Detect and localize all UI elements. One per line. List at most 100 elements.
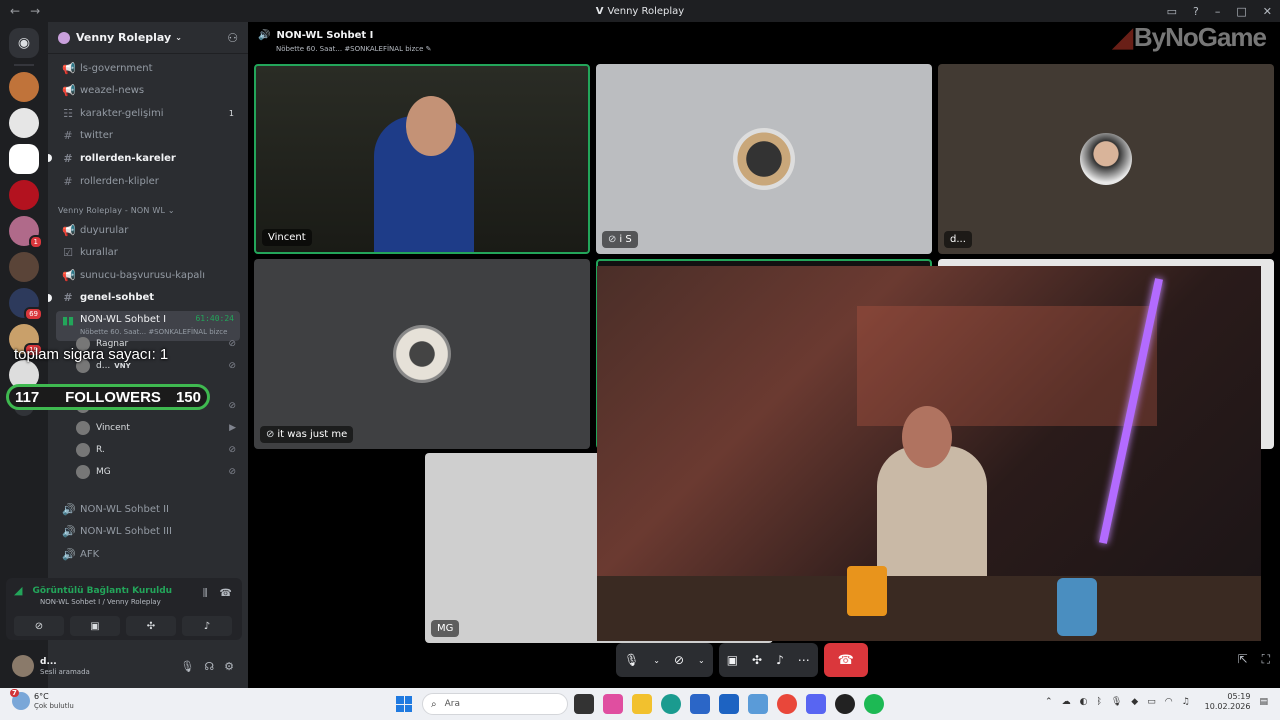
task-view-icon[interactable] <box>574 694 594 714</box>
voice-channel[interactable]: 🔊 AFK <box>56 544 240 564</box>
server-icon[interactable] <box>9 72 39 102</box>
category-header[interactable]: Venny Roleplay - NON WL ⌄ <box>58 206 175 215</box>
voice-user[interactable]: Vincent ▶ <box>76 418 236 438</box>
tile-label: ⊘ i S <box>602 231 638 248</box>
voice-channel[interactable]: 🔊 NON-WL Sohbet II <box>56 499 240 519</box>
voice-channel[interactable]: 🔊 NON-WL Sohbet III <box>56 522 240 542</box>
channel-duyurular[interactable]: 📢 duyurular <box>56 220 240 240</box>
activities-button[interactable]: ✣ <box>126 616 176 636</box>
help-icon[interactable]: ? <box>1193 5 1199 18</box>
shelf-area <box>857 306 1157 426</box>
server-icon[interactable] <box>9 252 39 282</box>
channel-name: karakter-gelişimi <box>80 107 164 119</box>
chevron-up-icon[interactable]: ⌃ <box>1045 697 1053 707</box>
microphone-icon[interactable]: 🎙 <box>180 660 194 673</box>
server-header[interactable]: Venny Roleplay ⌄ ⚇ <box>48 22 248 54</box>
voice-user[interactable]: R. ⊘ <box>76 440 236 460</box>
channel-genel-sohbet[interactable]: # genel-sohbet <box>56 288 240 308</box>
more-options-icon[interactable]: ⋯ <box>798 653 810 667</box>
microphone-icon[interactable]: 🎙 <box>1111 697 1122 707</box>
server-icon[interactable] <box>9 180 39 210</box>
megaphone-icon: 📢 <box>62 268 76 282</box>
tray-app-icon[interactable]: ◆ <box>1131 697 1138 707</box>
tile-label: d... <box>944 231 972 248</box>
channel-weazel-news[interactable]: 📢 weazel-news <box>56 81 240 101</box>
channel-name: NON-WL Sohbet I <box>80 314 167 325</box>
windows-start-icon[interactable] <box>396 696 412 712</box>
chrome-icon[interactable] <box>777 694 797 714</box>
speaker-icon: 🔊 <box>258 30 271 41</box>
disconnect-icon[interactable]: ☎ <box>220 588 232 599</box>
soundboard-button[interactable]: ♪ <box>182 616 232 636</box>
video-tile-user[interactable]: ⊘ it was just me <box>254 259 590 449</box>
video-tile-user[interactable]: ⊘ i S <box>596 64 932 254</box>
tray-app-icon[interactable]: ☁ <box>1062 697 1071 707</box>
activities-icon[interactable]: ✣ <box>752 653 762 667</box>
inbox-icon[interactable]: ▭ <box>1167 5 1177 18</box>
channel-rollerden-klipler[interactable]: # rollerden-klipler <box>56 171 240 191</box>
channel-twitter[interactable]: # twitter <box>56 126 240 146</box>
app-icon[interactable] <box>748 694 768 714</box>
channel-sunucu-ba-vurusu-kapal-[interactable]: 📢 sunucu-başvurusu-kapalı <box>56 265 240 285</box>
invite-people-icon[interactable]: ⚇ <box>227 31 238 45</box>
server-icon[interactable] <box>9 108 39 138</box>
voice-location[interactable]: NON-WL Sohbet I / Venny Roleplay <box>40 598 161 606</box>
status-icon: ⊘ <box>228 339 236 349</box>
maximize-button[interactable]: □ <box>1236 5 1246 18</box>
fullscreen-icon[interactable]: ⛶ <box>1262 652 1270 667</box>
bynogame-logo-icon: ◢ <box>1112 22 1133 52</box>
channel-karakter-geli-imi[interactable]: ☷ karakter-gelişimi 1 <box>56 103 240 123</box>
user-avatar[interactable] <box>12 655 34 677</box>
outlook-icon[interactable] <box>719 694 739 714</box>
app-icon[interactable] <box>835 694 855 714</box>
clock[interactable]: 05:19 10.02.2026 <box>1205 692 1251 712</box>
wifi-icon[interactable]: ◠ <box>1165 697 1173 707</box>
headphones-icon[interactable]: ☊ <box>204 660 214 673</box>
disconnect-button[interactable]: ☎ <box>823 643 868 677</box>
user-info[interactable]: d... Sesli aramada <box>40 657 90 676</box>
call-subtitle[interactable]: Nöbette 60. Saat... #SONKALEFİNAL bizce … <box>276 45 432 53</box>
chevron-down-icon[interactable]: ⌄ <box>653 656 660 665</box>
noise-suppression-icon[interactable]: ⫼ <box>203 588 208 599</box>
screen-share-icon[interactable]: ▣ <box>727 653 738 667</box>
copilot-icon[interactable] <box>603 694 623 714</box>
server-icon-venny[interactable] <box>9 144 39 174</box>
channel-ls-government[interactable]: 📢 ls-government <box>56 58 240 78</box>
popout-icon[interactable]: ⇱ <box>1238 652 1248 667</box>
chevron-down-icon[interactable]: ⌄ <box>698 656 705 665</box>
call-header: 🔊 NON-WL Sohbet I Nöbette 60. Saat... #SO… <box>258 30 432 60</box>
minimize-button[interactable]: – <box>1215 5 1221 18</box>
server-icon[interactable]: 69 <box>9 288 43 321</box>
camera-off-button[interactable]: ⊘ <box>14 616 64 636</box>
discord-taskbar-icon[interactable] <box>806 694 826 714</box>
video-tile-vincent[interactable]: Vincent <box>254 64 590 254</box>
webcam-face <box>406 96 456 156</box>
close-button[interactable]: ✕ <box>1263 5 1272 18</box>
pencil-icon[interactable]: ✎ <box>426 45 432 53</box>
store-icon[interactable] <box>690 694 710 714</box>
notifications-icon[interactable]: ▤ <box>1259 697 1268 707</box>
microphone-icon[interactable]: 🎙 <box>624 653 639 667</box>
bluetooth-icon[interactable]: ᛒ <box>1096 697 1101 707</box>
soundboard-icon[interactable]: ♪ <box>776 653 784 667</box>
edge-icon[interactable] <box>661 694 681 714</box>
server-icon[interactable]: 1 <box>9 216 43 249</box>
taskbar-search[interactable]: ⌕ Ara <box>422 693 568 715</box>
weather-widget[interactable]: 7 6°C Çok bulutlu <box>10 689 74 710</box>
video-tile-user[interactable]: d... <box>938 64 1274 254</box>
voice-user[interactable]: MG ⊘ <box>76 462 236 482</box>
signal-icon[interactable]: ◢ <box>14 584 22 597</box>
back-arrow-icon[interactable]: ← <box>10 4 20 18</box>
forward-arrow-icon[interactable]: → <box>30 4 40 18</box>
file-explorer-icon[interactable] <box>632 694 652 714</box>
battery-icon[interactable]: ▭ <box>1147 697 1156 707</box>
camera-off-icon[interactable]: ⊘ <box>674 653 684 667</box>
volume-icon[interactable]: ♫ <box>1182 697 1190 707</box>
channel-rollerden-kareler[interactable]: # rollerden-kareler <box>56 148 240 168</box>
channel-kurallar[interactable]: ☑ kurallar <box>56 243 240 263</box>
discord-home-icon[interactable]: ◉ <box>9 28 39 58</box>
screen-share-button[interactable]: ▣ <box>70 616 120 636</box>
settings-gear-icon[interactable]: ⚙ <box>224 660 234 673</box>
tray-app-icon[interactable]: ◐ <box>1080 697 1088 707</box>
spotify-icon[interactable] <box>864 694 884 714</box>
